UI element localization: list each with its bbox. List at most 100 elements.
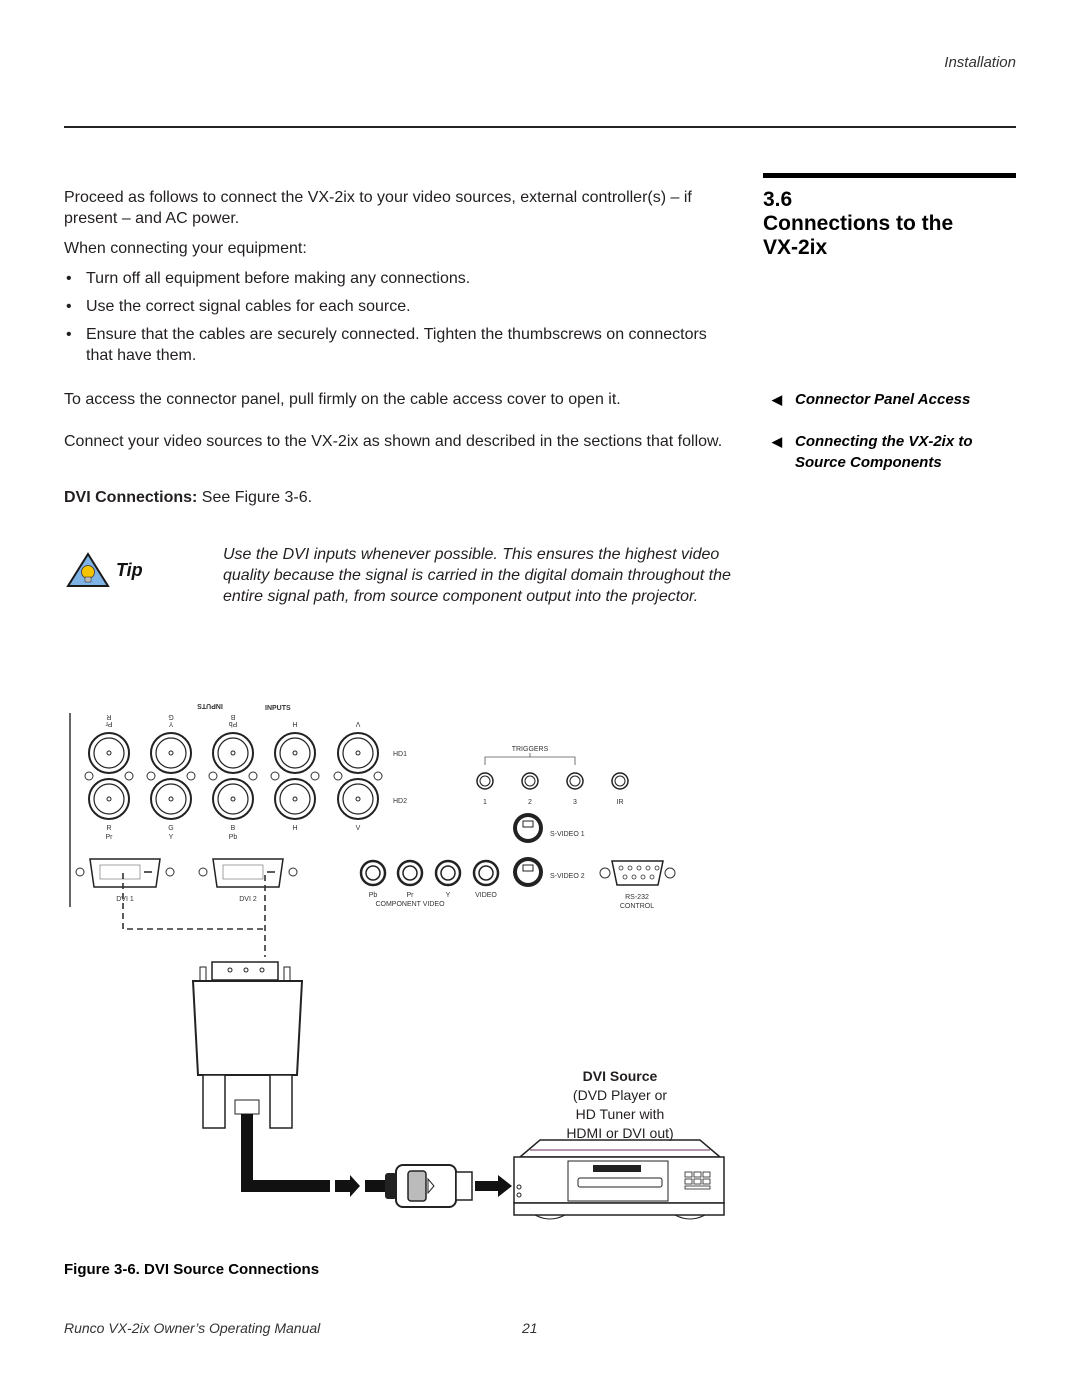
- bnc-connector: [337, 732, 379, 774]
- bnc-label: Pr: [106, 834, 114, 841]
- arrow-right-icon: [335, 1175, 360, 1197]
- dvi-cable-plug: [191, 961, 304, 1129]
- bnc-label-flipped: Y: [168, 720, 173, 727]
- rs232-label: RS-232: [625, 894, 649, 901]
- tip-text: Use the DVI inputs whenever possible. Th…: [223, 546, 731, 605]
- intro-paragraph: Proceed as follows to connect the VX-2ix…: [64, 189, 692, 227]
- figure-reference[interactable]: See Figure 3-6.: [197, 489, 312, 506]
- control-label: CONTROL: [620, 903, 654, 910]
- bnc-label: H: [292, 825, 297, 832]
- running-head: Installation: [944, 54, 1016, 71]
- connect-sources-paragraph: Connect your video sources to the VX-2ix…: [64, 433, 723, 450]
- tip-label: Tip: [116, 560, 143, 580]
- trigger-label: 3: [573, 799, 577, 806]
- section-title-line1: Connections to the: [763, 212, 954, 235]
- svideo-2-label: S-VIDEO 2: [550, 873, 585, 880]
- triggers-label: TRIGGERS: [512, 746, 549, 753]
- list-item: • Turn off all equipment before making an…: [66, 270, 471, 287]
- bullet-icon: •: [66, 326, 72, 343]
- trigger-jack: [476, 772, 494, 790]
- dvi-source-title: DVI Source: [582, 1068, 658, 1084]
- rca-jack: [359, 859, 387, 887]
- bnc-label-flipped: Pb: [229, 720, 238, 727]
- connection-diagram: INPUTS INPUTS RPrPrRGYYGBPbPbBHHVV HD1 H…: [69, 702, 725, 1220]
- rca-jack: [434, 859, 462, 887]
- bnc-connector: [150, 732, 192, 774]
- component-video-label: COMPONENT VIDEO: [375, 901, 445, 908]
- bnc-connector: [150, 778, 192, 820]
- trigger-jack: [521, 772, 539, 790]
- rca-label: Y: [446, 892, 451, 899]
- bnc-label-flipped: G: [168, 713, 173, 720]
- bullet-icon: •: [66, 270, 72, 287]
- rca-label: Pr: [407, 892, 415, 899]
- arrow-right-icon: [475, 1175, 512, 1197]
- figure-caption: Figure 3-6. DVI Source Connections: [64, 1261, 320, 1278]
- bnc-label: G: [168, 825, 173, 832]
- bullet-icon: •: [66, 298, 72, 315]
- svideo-2-connector: [513, 857, 543, 887]
- bnc-label: Y: [169, 834, 174, 841]
- dvi-2-port: [198, 858, 298, 888]
- dvi-source-line: HD Tuner with: [575, 1106, 665, 1122]
- bnc-label-flipped: R: [106, 713, 111, 720]
- lightbulb-warning-icon: [66, 552, 110, 588]
- trigger-label: 1: [483, 799, 487, 806]
- dvi-connection-figure: INPUTS INPUTS R Pr Pr R G Y Y G B Pb Pb B H H V V HD1 H…: [60, 695, 740, 1225]
- rca-jack: [396, 859, 424, 887]
- dvi-1-port: [75, 858, 175, 888]
- bnc-connector: [274, 778, 316, 820]
- bullet-list: • Turn off all equipment before making an…: [64, 268, 734, 373]
- rca-jack: [472, 859, 500, 887]
- bnc-label: B: [231, 825, 236, 832]
- bnc-label-flipped: Pr: [105, 720, 113, 727]
- bnc-label: V: [356, 825, 361, 832]
- rca-label: Pb: [369, 892, 378, 899]
- footer-manual-title: Runco VX-2ix Owner’s Operating Manual: [64, 1320, 321, 1336]
- trigger-label: IR: [617, 799, 624, 806]
- svideo-1-connector: [513, 813, 543, 843]
- trigger-label: 2: [528, 799, 532, 806]
- section-heading: 3.6 Connections to the VX-2ix: [763, 188, 1023, 260]
- list-item: • Use the correct signal cables for each …: [66, 298, 411, 315]
- dvi-1-label: DVI 1: [116, 896, 134, 903]
- dvi-source-caption: DVI Source (DVD Player or HD Tuner with …: [520, 1067, 720, 1143]
- rca-label: VIDEO: [475, 892, 497, 899]
- dvi-connections-label: DVI Connections:: [64, 489, 198, 506]
- header-rule: [64, 126, 1016, 128]
- bnc-connectors: RPrPrRGYYGBPbPbBHHVV: [84, 713, 383, 841]
- hd2-label: HD2: [393, 798, 407, 805]
- bnc-connector: [88, 732, 130, 774]
- triggers-bracket: [484, 753, 576, 765]
- arrow-left-icon: ◀: [772, 434, 782, 449]
- dvi-source-line: HDMI or DVI out): [566, 1125, 674, 1141]
- trigger-jack: [611, 772, 629, 790]
- section-title-line2: VX-2ix: [763, 236, 828, 259]
- dvi-source-line: (DVD Player or: [572, 1087, 668, 1103]
- bnc-label-flipped: V: [355, 720, 360, 727]
- access-panel-paragraph: To access the connector panel, pull firm…: [64, 391, 621, 408]
- arrow-left-icon: ◀: [772, 392, 782, 407]
- bnc-connector: [337, 778, 379, 820]
- rca-connectors: Pb Pr Y VIDEO: [359, 859, 500, 899]
- section-number: 3.6: [763, 188, 793, 211]
- bnc-connector: [212, 778, 254, 820]
- trigger-jack: [566, 772, 584, 790]
- bnc-connector: [274, 732, 316, 774]
- hd1-label: HD1: [393, 751, 407, 758]
- svideo-1-label: S-VIDEO 1: [550, 831, 585, 838]
- hdmi-connector: [395, 1164, 473, 1208]
- list-item: • Ensure that the cables are securely con…: [66, 326, 707, 364]
- sidebar-link-connector-panel-access[interactable]: ◀ Connector Panel Access: [772, 389, 970, 410]
- sidebar-link-connecting-source-components[interactable]: ◀ Connecting the VX-2ix to Source Compon…: [772, 431, 1022, 473]
- bnc-label: R: [106, 825, 111, 832]
- bnc-connector: [88, 778, 130, 820]
- bnc-label-flipped: H: [292, 720, 297, 727]
- cable-segment: [365, 1180, 385, 1192]
- dvd-player: [513, 1139, 725, 1220]
- inputs-label-flipped: INPUTS: [197, 702, 223, 709]
- trigger-jacks: 1 2 3 IR: [476, 772, 629, 806]
- when-connecting-paragraph: When connecting your equipment:: [64, 240, 307, 257]
- bnc-label-flipped: B: [230, 713, 235, 720]
- rs232-connector: [599, 860, 676, 886]
